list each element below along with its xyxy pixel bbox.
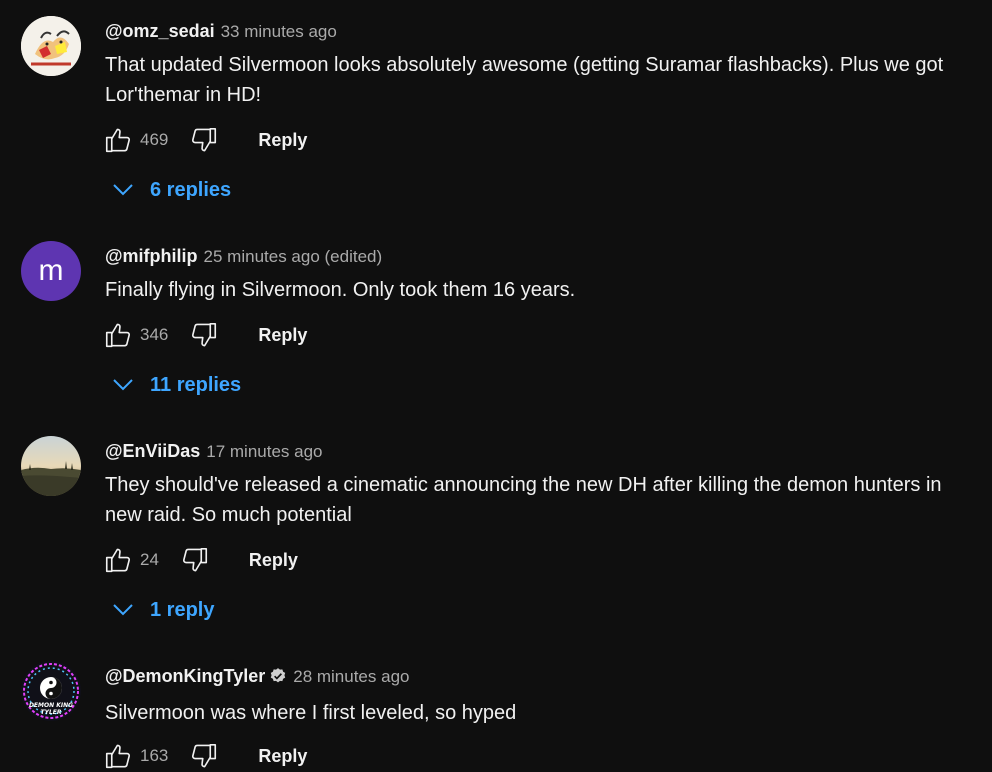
comment-author[interactable]: @EnViiDas xyxy=(105,441,200,461)
view-replies-button[interactable]: 11 replies xyxy=(108,373,241,397)
chevron-down-icon xyxy=(108,598,138,622)
comment-header: @EnViiDas 17 minutes ago xyxy=(105,439,323,464)
reply-button[interactable]: Reply xyxy=(258,746,307,767)
comment-header: @DemonKingTyler 28 minutes ago xyxy=(105,664,409,691)
thumbs-up-icon[interactable] xyxy=(102,319,134,351)
like-count: 24 xyxy=(140,550,159,569)
view-replies-button[interactable]: 1 reply xyxy=(108,598,214,622)
replies-label: 1 reply xyxy=(150,598,215,621)
comment-time[interactable]: 17 minutes ago xyxy=(206,442,322,461)
reply-button[interactable]: Reply xyxy=(258,325,307,346)
chevron-down-icon xyxy=(108,178,138,202)
thumbs-down-icon[interactable] xyxy=(188,124,220,156)
comment-header: @mifphilip 25 minutes ago (edited) xyxy=(105,244,382,269)
comment-actions: 24 Reply xyxy=(102,544,298,576)
comment-time[interactable]: 25 minutes ago (edited) xyxy=(204,247,383,266)
reply-button[interactable]: Reply xyxy=(258,130,307,151)
replies-label: 11 replies xyxy=(150,373,242,396)
thumbs-down-icon[interactable] xyxy=(179,544,211,576)
view-replies-button[interactable]: 6 replies xyxy=(108,178,231,202)
like-count: 346 xyxy=(140,325,169,344)
comment-author[interactable]: @omz_sedai xyxy=(105,21,215,41)
reply-button[interactable]: Reply xyxy=(249,550,298,571)
avatar[interactable]: DEMON KING TYLER xyxy=(21,661,81,721)
like-count: 163 xyxy=(140,746,169,765)
comment-author[interactable]: @mifphilip xyxy=(105,246,198,266)
thumbs-up-icon[interactable] xyxy=(102,124,134,156)
avatar-lettering: TYLER xyxy=(41,709,62,716)
avatar-lettering: DEMON KING xyxy=(29,702,73,709)
comment-actions: 469 Reply xyxy=(102,124,307,156)
thumbs-up-icon[interactable] xyxy=(102,740,134,772)
chevron-down-icon xyxy=(108,373,138,397)
thumbs-down-icon[interactable] xyxy=(188,319,220,351)
comment-text: They should've released a cinematic anno… xyxy=(105,474,942,526)
thumbs-up-icon[interactable] xyxy=(102,544,134,576)
thumbs-down-icon[interactable] xyxy=(188,740,220,772)
avatar[interactable] xyxy=(21,16,81,76)
comment-author[interactable]: @DemonKingTyler xyxy=(105,666,265,686)
comment-time[interactable]: 33 minutes ago xyxy=(221,22,337,41)
comment-actions: 346 Reply xyxy=(102,319,307,351)
verified-badge-icon xyxy=(269,667,287,691)
comment-text: That updated Silvermoon looks absolutely… xyxy=(105,54,944,106)
avatar[interactable]: m xyxy=(21,241,81,301)
comment-time[interactable]: 28 minutes ago xyxy=(293,667,409,686)
comment-text: Finally flying in Silvermoon. Only took … xyxy=(105,279,576,301)
avatar[interactable] xyxy=(21,436,81,496)
comment-actions: 163 Reply xyxy=(102,740,307,772)
like-count: 469 xyxy=(140,130,169,149)
replies-label: 6 replies xyxy=(150,178,232,201)
comment-text: Silvermoon was where I first leveled, so… xyxy=(105,702,517,724)
avatar-letter: m xyxy=(38,254,64,287)
comment-header: @omz_sedai 33 minutes ago xyxy=(105,19,337,44)
